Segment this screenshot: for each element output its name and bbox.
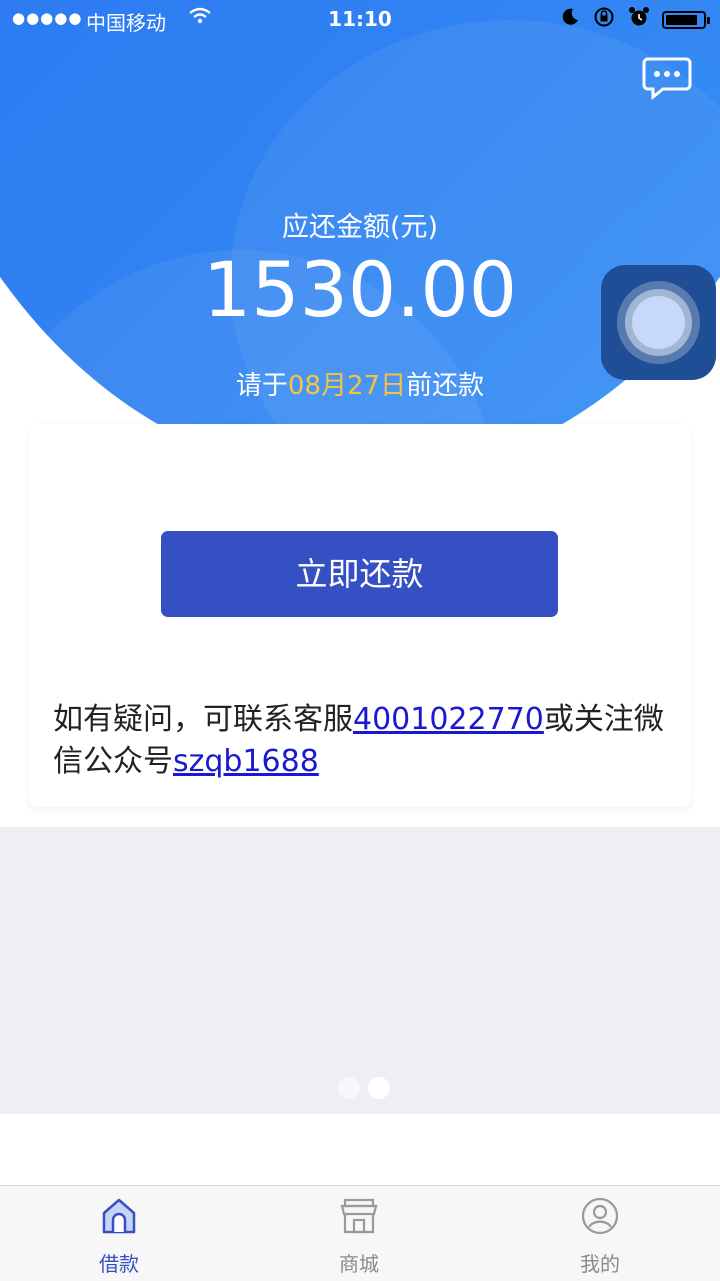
user-icon <box>580 1196 620 1236</box>
tab-label: 商城 <box>339 1252 379 1276</box>
due-prefix: 请于 <box>235 371 288 401</box>
moon-icon <box>560 7 580 32</box>
tab-bar: 借款 商城 我的 <box>0 1185 720 1281</box>
tab-label: 我的 <box>580 1252 620 1276</box>
help-prefix: 如有疑问，可联系客服 <box>53 702 353 737</box>
repay-now-button[interactable]: 立即还款 <box>161 531 558 617</box>
status-bar: ●●●●● 中国移动 11:10 <box>0 0 720 40</box>
content-area <box>0 827 720 1114</box>
page-dot[interactable] <box>338 1077 360 1099</box>
help-text: 如有疑问，可联系客服4001022770或关注微信公众号szqb1688 <box>53 699 673 783</box>
page-indicator <box>338 1077 390 1099</box>
chat-bubble-icon <box>642 57 692 101</box>
tab-label: 借款 <box>99 1252 139 1276</box>
wechat-account-link[interactable]: szqb1688 <box>173 744 319 779</box>
assistive-touch-button[interactable] <box>601 265 716 380</box>
amount-label: 应还金额(元) <box>281 212 439 243</box>
page-dot-active[interactable] <box>368 1077 390 1099</box>
store-icon <box>339 1196 379 1236</box>
due-suffix: 前还款 <box>406 371 485 401</box>
rotation-lock-icon <box>592 6 616 33</box>
due-date: 08月27日 <box>287 371 407 401</box>
tab-mine[interactable]: 我的 <box>540 1196 660 1277</box>
tab-loan[interactable]: 借款 <box>59 1196 179 1277</box>
home-icon <box>99 1196 139 1236</box>
message-button[interactable] <box>642 56 692 101</box>
tab-mall[interactable]: 商城 <box>299 1196 419 1277</box>
battery-icon <box>662 10 710 29</box>
alarm-icon <box>628 6 650 33</box>
customer-service-phone-link[interactable]: 4001022770 <box>353 702 544 737</box>
repayment-card: 立即还款 如有疑问，可联系客服4001022770或关注微信公众号szqb168… <box>29 424 691 807</box>
